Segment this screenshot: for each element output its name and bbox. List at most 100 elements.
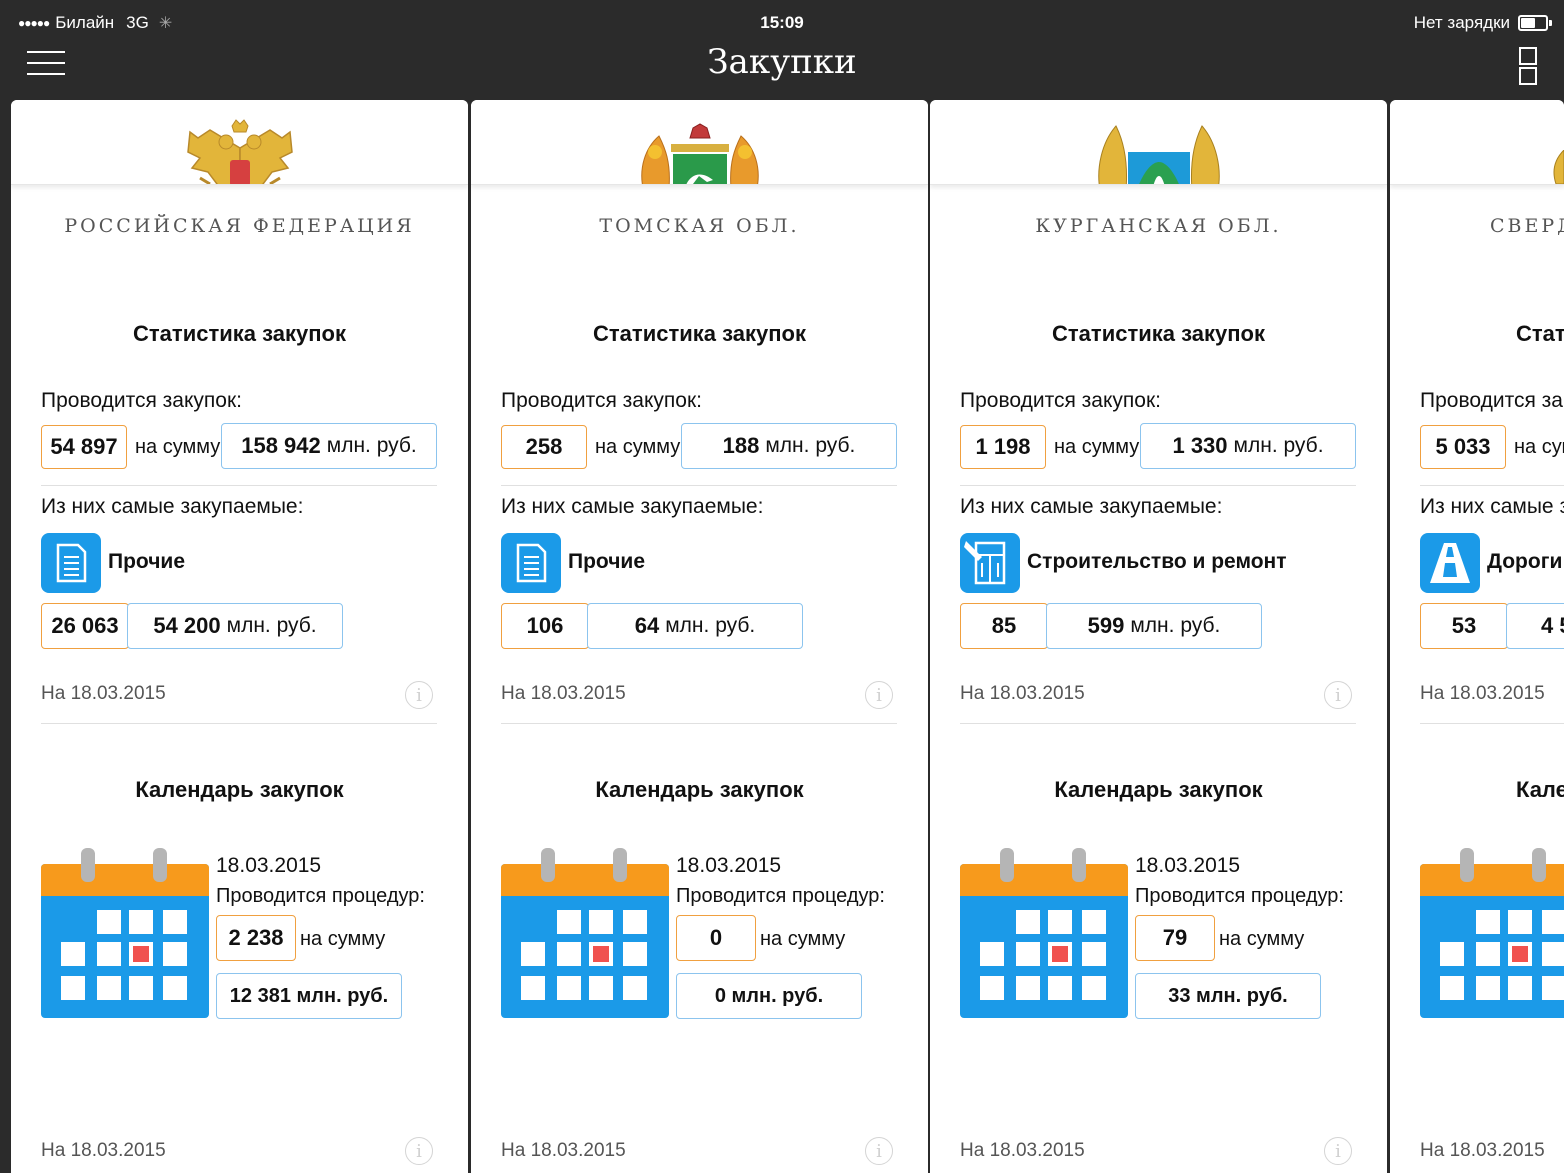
most-purchased-label: Из них самые закупаемые: — [960, 495, 1223, 518]
procedures-label: Проводится процедур: — [216, 885, 425, 907]
calendar-icon — [960, 848, 1128, 1018]
info-icon[interactable]: i — [865, 1137, 893, 1165]
divider — [41, 485, 437, 486]
top-category-label: Дороги — [1487, 550, 1563, 573]
ongoing-sum-box: 158 942 млн. руб. — [221, 423, 437, 469]
region-card-kurgan[interactable]: КУРГАНСКАЯ ОБЛ. Статистика закупок Прово… — [930, 100, 1387, 1173]
ongoing-label: Проводится закупок: — [501, 389, 702, 412]
stats-date-label: На 18.03.2015 — [1420, 683, 1545, 704]
stats-title: Статистика закупок — [1052, 321, 1265, 346]
calendar-date-label: На 18.03.2015 — [1420, 1140, 1545, 1161]
proc-sum-box: 12 381 млн. руб. — [216, 973, 402, 1019]
emblem-area — [930, 100, 1387, 185]
na-summu-label: на сумму — [760, 928, 846, 950]
stats-title: Статистика закупок — [593, 321, 806, 346]
na-summu-label: на сумму — [595, 436, 681, 458]
top-category-label: Прочие — [108, 550, 186, 573]
region-name: ТОМСКАЯ ОБЛ. — [599, 215, 800, 237]
calendar-date-label: На 18.03.2015 — [41, 1140, 166, 1161]
calendar-title: Календарь закупок — [135, 777, 344, 802]
top-count-box: 85 — [960, 603, 1048, 649]
proc-count-box: 0 — [676, 915, 756, 961]
divider — [501, 485, 897, 486]
calendar-icon — [1420, 848, 1564, 1018]
stats-title: Стат — [1516, 321, 1564, 346]
ongoing-count-box: 1 198 — [960, 425, 1046, 469]
stats-title: Статистика закупок — [133, 321, 346, 346]
calendar-date: 18.03.2015 — [216, 854, 322, 877]
status-time: 15:09 — [760, 13, 804, 32]
na-summu-label: на сумму — [300, 928, 386, 950]
document-list-icon — [41, 533, 101, 593]
info-icon[interactable]: i — [865, 681, 893, 709]
na-summu-label: на сум — [1514, 436, 1564, 458]
top-count-box: 53 — [1420, 603, 1508, 649]
stats-date-label: На 18.03.2015 — [960, 683, 1085, 704]
region-card-sverdlovsk[interactable]: СВЕРД Стат Проводится заку 5 033 на сум … — [1390, 100, 1564, 1173]
grid-view-icon[interactable] — [1519, 44, 1537, 85]
most-purchased-label: Из них самые закупаемые: — [501, 495, 764, 518]
proc-sum-box: 0 млн. руб. — [676, 973, 862, 1019]
na-summu-label: на сумму — [1054, 436, 1140, 458]
ongoing-label: Проводится закупок: — [41, 389, 242, 412]
info-icon[interactable]: i — [405, 1137, 433, 1165]
ongoing-label: Проводится заку — [1420, 389, 1564, 412]
info-icon[interactable]: i — [1324, 681, 1352, 709]
page-title: Закупки — [707, 42, 857, 82]
procedures-label: Проводится процедур: — [1135, 885, 1344, 907]
top-sum-box: 599 млн. руб. — [1046, 603, 1262, 649]
top-sum-box: 4 5 — [1506, 603, 1564, 649]
ongoing-count-box: 54 897 — [41, 425, 127, 469]
top-count-box: 26 063 — [41, 603, 129, 649]
tomsk-oblast-coat-of-arms-icon — [640, 123, 759, 184]
nav-bar: Закупки — [0, 40, 1564, 98]
proc-count-box: 79 — [1135, 915, 1215, 961]
battery-status-text: Нет зарядки — [1413, 13, 1510, 32]
most-purchased-label: Из них самые за — [1420, 495, 1564, 518]
region-card-russian-federation[interactable]: РОССИЙСКАЯ ФЕДЕРАЦИЯ Статистика закупок … — [11, 100, 468, 1173]
divider — [41, 723, 437, 724]
document-list-icon — [501, 533, 561, 593]
stats-date-label: На 18.03.2015 — [501, 683, 626, 704]
emblem-area — [471, 100, 928, 185]
ongoing-label: Проводится закупок: — [960, 389, 1161, 412]
sverdlovsk-oblast-coat-of-arms-icon — [1553, 150, 1564, 184]
calendar-date: 18.03.2015 — [1135, 854, 1241, 877]
calendar-date-label: На 18.03.2015 — [960, 1140, 1085, 1161]
kurgan-oblast-coat-of-arms-icon — [1097, 125, 1220, 184]
top-sum-box: 64 млн. руб. — [587, 603, 803, 649]
top-sum-box: 54 200 млн. руб. — [127, 603, 343, 649]
emblem-area — [11, 100, 468, 185]
top-category-label: Прочие — [568, 550, 646, 573]
emblem-area — [1390, 100, 1564, 185]
region-name: СВЕРД — [1490, 215, 1564, 237]
divider — [1420, 485, 1564, 486]
ongoing-sum-box: 188 млн. руб. — [681, 423, 897, 469]
stats-date-label: На 18.03.2015 — [41, 683, 166, 704]
divider — [960, 485, 1356, 486]
divider — [501, 723, 897, 724]
calendar-icon — [41, 848, 209, 1018]
road-icon — [1420, 533, 1480, 593]
calendar-title: Кале — [1516, 777, 1564, 802]
proc-count-box: 2 238 — [216, 915, 296, 961]
calendar-date-label: На 18.03.2015 — [501, 1140, 626, 1161]
calendar-title: Календарь закупок — [1054, 777, 1263, 802]
procedures-label: Проводится процедур: — [676, 885, 885, 907]
proc-sum-box: 33 млн. руб. — [1135, 973, 1321, 1019]
construction-icon — [960, 533, 1020, 593]
region-name: КУРГАНСКАЯ ОБЛ. — [1035, 215, 1282, 237]
ongoing-count-box: 258 — [501, 425, 587, 469]
status-bar: ●●●●● Билайн 3G ✳ 15:09 Нет зарядки — [0, 0, 1564, 40]
info-icon[interactable]: i — [405, 681, 433, 709]
top-count-box: 106 — [501, 603, 589, 649]
na-summu-label: на сумму — [135, 436, 221, 458]
info-icon[interactable]: i — [1324, 1137, 1352, 1165]
most-purchased-label: Из них самые закупаемые: — [41, 495, 304, 518]
ongoing-count-box: 5 033 — [1420, 425, 1506, 469]
region-name: РОССИЙСКАЯ ФЕДЕРАЦИЯ — [64, 215, 415, 237]
region-card-tomsk[interactable]: ТОМСКАЯ ОБЛ. Статистика закупок Проводит… — [471, 100, 928, 1173]
top-category-label: Строительство и ремонт — [1027, 550, 1287, 573]
na-summu-label: на сумму — [1219, 928, 1305, 950]
divider — [1420, 723, 1564, 724]
